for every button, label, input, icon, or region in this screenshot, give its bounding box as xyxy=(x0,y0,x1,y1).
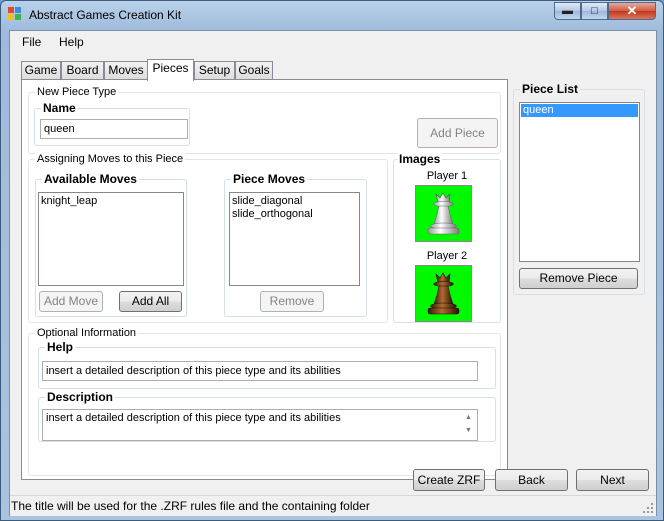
name-label: Name xyxy=(41,101,78,115)
piece-list-group: Piece List queen Remove Piece xyxy=(513,82,645,295)
minimize-button[interactable]: ▬ xyxy=(554,2,581,20)
add-all-button[interactable]: Add All xyxy=(119,291,182,312)
description-textarea[interactable]: insert a detailed description of this pi… xyxy=(42,409,478,441)
list-item[interactable]: slide_orthogonal xyxy=(232,208,357,221)
client-area: File Help Game Board Moves Pieces Setup … xyxy=(9,30,657,516)
create-zrf-button[interactable]: Create ZRF xyxy=(413,469,485,491)
help-label: Help xyxy=(45,340,76,354)
assign-moves-label: Assigning Moves to this Piece xyxy=(35,152,186,166)
optional-info-label: Optional Information xyxy=(35,326,139,340)
close-button[interactable]: ✕ xyxy=(608,2,656,20)
name-input[interactable]: queen xyxy=(40,119,188,139)
add-piece-button[interactable]: Add Piece xyxy=(417,118,498,148)
remove-piece-button[interactable]: Remove Piece xyxy=(519,268,638,289)
menu-bar: File Help xyxy=(10,31,656,53)
black-queen-icon xyxy=(427,272,460,315)
tab-goals[interactable]: Goals xyxy=(235,61,273,80)
resize-grip-icon[interactable] xyxy=(643,503,654,514)
list-item[interactable]: knight_leap xyxy=(41,195,181,208)
status-text: The title will be used for the .ZRF rule… xyxy=(11,499,370,513)
player2-piece-image[interactable] xyxy=(415,265,472,322)
description-label: Description xyxy=(45,390,116,404)
app-window: Abstract Games Creation Kit ▬ □ ✕ File H… xyxy=(0,0,664,521)
player1-piece-image[interactable] xyxy=(415,185,472,242)
app-icon xyxy=(8,7,22,21)
maximize-icon: □ xyxy=(591,5,598,17)
player1-label: Player 1 xyxy=(426,170,468,182)
minimize-icon: ▬ xyxy=(562,5,573,17)
new-piece-type-label: New Piece Type xyxy=(35,85,119,99)
images-group: Images Player 1 Player 2 xyxy=(393,152,501,323)
available-moves-group: Available Moves knight_leap Add Move Add… xyxy=(35,172,187,317)
menu-help[interactable]: Help xyxy=(59,35,84,49)
back-button[interactable]: Back xyxy=(495,469,568,491)
piece-list[interactable]: queen xyxy=(519,102,640,262)
player2-label: Player 2 xyxy=(426,250,468,262)
menu-file[interactable]: File xyxy=(22,35,41,49)
optional-info-group: Optional Information Help insert a detai… xyxy=(28,326,501,476)
list-item[interactable]: slide_diagonal xyxy=(232,195,357,208)
maximize-button[interactable]: □ xyxy=(581,2,608,20)
remove-move-button[interactable]: Remove xyxy=(260,291,324,312)
status-bar: The title will be used for the .ZRF rule… xyxy=(10,495,656,516)
window-title: Abstract Games Creation Kit xyxy=(29,8,182,22)
piece-moves-list[interactable]: slide_diagonal slide_orthogonal xyxy=(229,192,360,286)
close-icon: ✕ xyxy=(626,3,638,18)
available-moves-label: Available Moves xyxy=(42,172,139,186)
help-input[interactable]: insert a detailed description of this pi… xyxy=(42,361,478,381)
assign-moves-group: Assigning Moves to this Piece Available … xyxy=(28,152,388,323)
tab-pieces[interactable]: Pieces xyxy=(147,59,194,81)
list-item-selected[interactable]: queen xyxy=(521,104,638,117)
help-group: Help insert a detailed description of th… xyxy=(38,340,496,389)
description-text: insert a detailed description of this pi… xyxy=(46,412,341,424)
tab-game[interactable]: Game xyxy=(21,61,61,80)
piece-moves-group: Piece Moves slide_diagonal slide_orthogo… xyxy=(224,172,367,317)
piece-moves-label: Piece Moves xyxy=(231,172,308,186)
description-group: Description insert a detailed descriptio… xyxy=(38,390,496,442)
next-button[interactable]: Next xyxy=(576,469,649,491)
available-moves-list[interactable]: knight_leap xyxy=(38,192,184,286)
piece-list-label: Piece List xyxy=(520,82,581,96)
tab-moves[interactable]: Moves xyxy=(104,61,148,80)
scroll-arrows-icon[interactable]: ▲ ▼ xyxy=(461,411,476,440)
white-queen-icon xyxy=(427,192,460,235)
title-bar[interactable]: Abstract Games Creation Kit ▬ □ ✕ xyxy=(1,1,663,29)
name-group: Name queen xyxy=(34,101,190,146)
tab-board[interactable]: Board xyxy=(61,61,104,80)
tab-setup[interactable]: Setup xyxy=(194,61,235,80)
images-label: Images xyxy=(397,152,443,166)
new-piece-type-group: New Piece Type Name queen Add Piece xyxy=(28,85,501,154)
add-move-button[interactable]: Add Move xyxy=(39,291,103,312)
pieces-tab-panel: New Piece Type Name queen Add Piece Assi… xyxy=(21,79,508,480)
